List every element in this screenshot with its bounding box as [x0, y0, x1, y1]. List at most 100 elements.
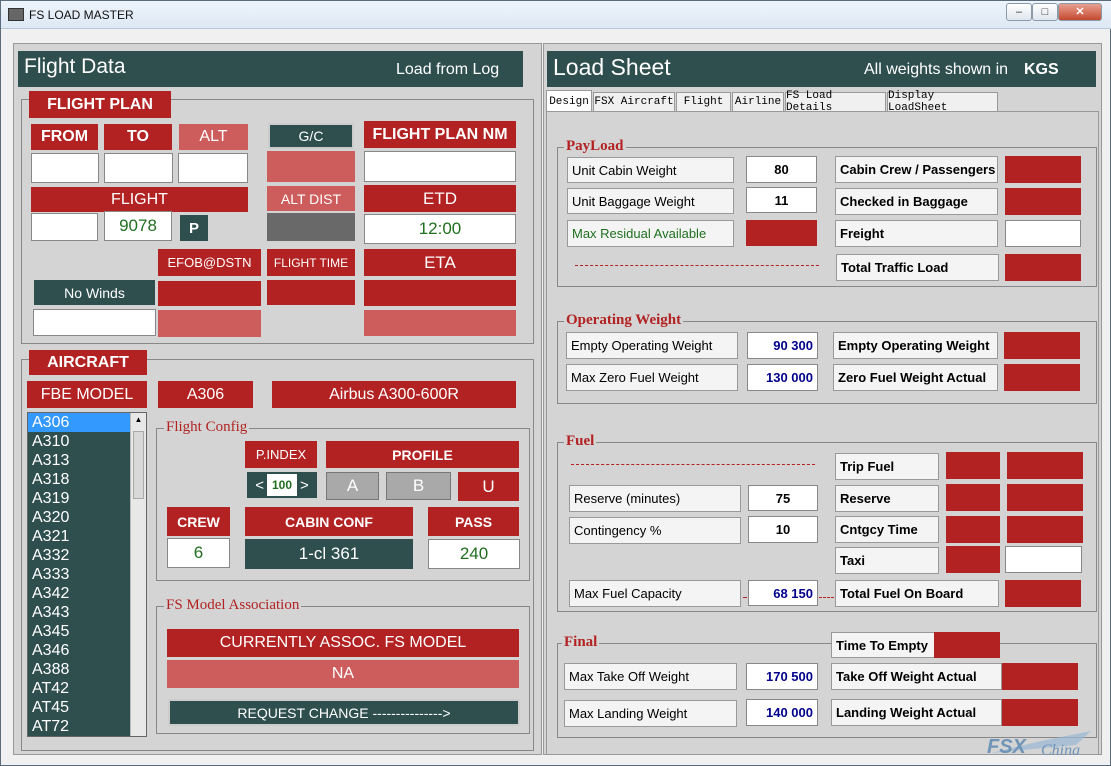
- flight-plan-nm-input[interactable]: [364, 151, 516, 182]
- tab-flight[interactable]: Flight: [676, 92, 731, 111]
- profile-b-button[interactable]: B: [386, 472, 451, 500]
- aircraft-list-item[interactable]: A318: [28, 470, 146, 489]
- unit-baggage-label: Unit Baggage Weight: [567, 188, 734, 214]
- alt-dist-value: [267, 213, 355, 241]
- max-fuel-link-left: [743, 597, 747, 598]
- payload-legend: PayLoad: [564, 138, 626, 155]
- tow-actual-value: [1002, 663, 1078, 690]
- aircraft-list-item[interactable]: A332: [28, 546, 146, 565]
- mlw-input[interactable]: 140 000: [746, 699, 818, 726]
- aircraft-list-item[interactable]: A306: [28, 413, 146, 432]
- load-sheet-title: Load Sheet: [553, 54, 671, 80]
- tab-design[interactable]: Design: [546, 90, 592, 112]
- lw-actual-label: Landing Weight Actual: [831, 699, 1002, 726]
- currently-assoc-label: CURRENTLY ASSOC. FS MODEL: [167, 629, 519, 657]
- contingency-input[interactable]: 10: [748, 516, 818, 543]
- load-from-log-button[interactable]: Load from Log: [396, 61, 499, 79]
- weights-note: All weights shown in: [864, 61, 1009, 78]
- tab-display-loadsheet[interactable]: Display LoadSheet: [887, 90, 998, 114]
- max-zf-input[interactable]: 130 000: [747, 364, 818, 391]
- crew-pax-value: [1005, 156, 1081, 183]
- scroll-thumb[interactable]: [133, 431, 144, 499]
- freight-input[interactable]: [1005, 220, 1081, 247]
- to-input[interactable]: [104, 153, 173, 183]
- gc-button[interactable]: G/C: [268, 123, 354, 149]
- zfw-actual-label: Zero Fuel Weight Actual: [833, 364, 998, 391]
- airline-code-input[interactable]: [31, 213, 98, 241]
- max-fuel-input[interactable]: 68 150: [748, 580, 818, 606]
- reserve-min-input[interactable]: 75: [748, 485, 818, 511]
- winds-button[interactable]: No Winds: [34, 280, 155, 305]
- fuel-legend: Fuel: [564, 433, 597, 450]
- aircraft-list-item[interactable]: A342: [28, 584, 146, 603]
- tab-fs-load-details[interactable]: FS Load Details: [785, 90, 886, 114]
- empty-op-value: [1004, 332, 1080, 359]
- unit-cabin-input[interactable]: 80: [746, 156, 817, 183]
- aircraft-list-item[interactable]: A320: [28, 508, 146, 527]
- aircraft-list-item[interactable]: A333: [28, 565, 146, 584]
- empty-op-r-label: Empty Operating Weight: [833, 332, 998, 359]
- increment-icon[interactable]: >: [297, 477, 312, 494]
- from-label: FROM: [31, 124, 98, 150]
- maximize-button[interactable]: □: [1032, 3, 1058, 21]
- time-empty-label: Time To Empty: [831, 632, 935, 658]
- flight-number-input[interactable]: 9078: [104, 211, 172, 241]
- trip-fuel-value: [946, 452, 1000, 479]
- aircraft-list-item[interactable]: AT42: [28, 679, 146, 698]
- alt-input[interactable]: [178, 153, 248, 183]
- scroll-up-icon[interactable]: ▲: [133, 415, 144, 427]
- fs-model-legend: FS Model Association: [164, 597, 302, 614]
- aircraft-list-item[interactable]: AT72: [28, 717, 146, 736]
- flight-label: FLIGHT: [31, 187, 248, 212]
- pindex-stepper[interactable]: < 100 >: [247, 472, 317, 498]
- checked-baggage-value: [1005, 188, 1081, 215]
- trip-fuel-time: [1007, 452, 1083, 479]
- crew-pax-label: Cabin Crew / Passengers: [835, 156, 998, 183]
- time-empty-value: [934, 632, 1000, 658]
- aircraft-list-item[interactable]: A310: [28, 432, 146, 451]
- aircraft-list[interactable]: A306 A310 A313 A318 A319 A320 A321 A332 A333 A342…: [27, 412, 147, 737]
- tab-airline[interactable]: Airline: [732, 92, 784, 111]
- svg-text:FSX: FSX: [987, 736, 1028, 758]
- aircraft-list-scrollbar[interactable]: ▲: [130, 413, 146, 736]
- svg-text:China: China: [1041, 742, 1080, 759]
- mtow-input[interactable]: 170 500: [746, 663, 818, 690]
- close-button[interactable]: ✕: [1058, 3, 1102, 21]
- aircraft-list-item[interactable]: A345: [28, 622, 146, 641]
- from-input[interactable]: [31, 153, 99, 183]
- winds-input[interactable]: [33, 309, 156, 336]
- assoc-value: NA: [167, 660, 519, 688]
- aircraft-list-item[interactable]: A346: [28, 641, 146, 660]
- unit-baggage-input[interactable]: 11: [746, 187, 817, 213]
- pindex-value[interactable]: 100: [267, 474, 297, 496]
- tow-actual-label: Take Off Weight Actual: [831, 663, 1002, 690]
- p-button[interactable]: P: [180, 215, 208, 241]
- empty-op-input[interactable]: 90 300: [747, 332, 818, 359]
- minimize-button[interactable]: –: [1006, 3, 1032, 21]
- aircraft-list-item[interactable]: A313: [28, 451, 146, 470]
- aircraft-list-item[interactable]: A388: [28, 660, 146, 679]
- app-icon: [8, 8, 24, 21]
- flight-time-label: FLIGHT TIME: [267, 249, 355, 276]
- lw-actual-value: [1002, 699, 1078, 726]
- crew-input[interactable]: 6: [167, 538, 230, 568]
- aircraft-list-item[interactable]: A343: [28, 603, 146, 622]
- tab-fsx-aircraft[interactable]: FSX Aircraft: [593, 92, 675, 111]
- profile-a-button[interactable]: A: [326, 472, 379, 500]
- aircraft-list-item[interactable]: A319: [28, 489, 146, 508]
- max-fuel-link-right: [819, 597, 834, 598]
- taxi-input[interactable]: [1005, 546, 1082, 573]
- pindex-label: P.INDEX: [245, 441, 317, 468]
- efob-value: [158, 281, 261, 306]
- eta-label: ETA: [364, 249, 516, 276]
- aircraft-list-item[interactable]: A321: [28, 527, 146, 546]
- request-change-button[interactable]: REQUEST CHANGE --------------->: [168, 699, 520, 726]
- aircraft-list-item[interactable]: AT45: [28, 698, 146, 717]
- cabin-conf-value[interactable]: 1-cl 361: [245, 539, 413, 569]
- decrement-icon[interactable]: <: [252, 477, 267, 494]
- max-fuel-label: Max Fuel Capacity: [569, 580, 741, 607]
- efob-extra: [158, 310, 261, 337]
- pass-input[interactable]: 240: [428, 539, 520, 569]
- profile-u-button[interactable]: U: [458, 472, 519, 501]
- etd-input[interactable]: 12:00: [364, 214, 516, 244]
